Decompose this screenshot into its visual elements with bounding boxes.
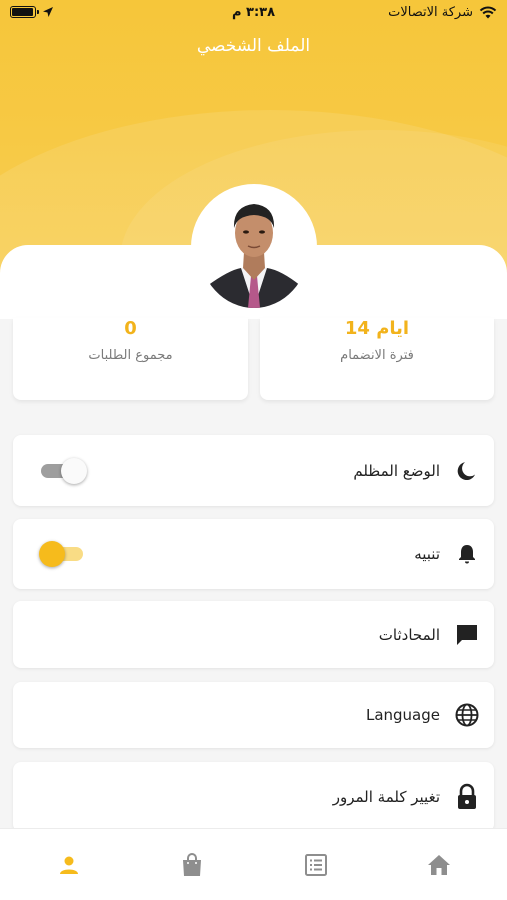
change-password-row[interactable]: تغيير كلمة المرور xyxy=(13,762,494,832)
chat-icon xyxy=(454,622,480,648)
notifications-row[interactable]: تنبيه xyxy=(13,519,494,589)
chats-label: المحادثات xyxy=(378,625,440,644)
language-row[interactable]: Language xyxy=(13,682,494,748)
nav-profile[interactable] xyxy=(55,851,83,879)
status-bar: ٣:٣٨ م شركة الاتصالات xyxy=(0,0,507,28)
list-icon xyxy=(305,854,327,876)
wifi-icon xyxy=(479,6,497,19)
page-title: الملف الشخصي xyxy=(196,36,311,56)
bottom-navigation xyxy=(0,828,507,900)
total-orders-label: مجموع الطلبات xyxy=(88,348,173,363)
joined-period-label: فترة الانضمام xyxy=(340,348,414,363)
dark-mode-toggle[interactable] xyxy=(41,457,87,485)
dark-mode-label: الوضع المظلم xyxy=(353,461,440,480)
avatar[interactable] xyxy=(199,188,309,308)
bag-icon xyxy=(183,853,201,876)
nav-orders[interactable] xyxy=(178,851,206,879)
home-icon xyxy=(428,855,450,875)
lock-icon xyxy=(454,783,480,810)
nav-list[interactable] xyxy=(302,851,330,879)
carrier-name: شركة الاتصالات xyxy=(388,5,473,20)
language-label: Language xyxy=(365,706,440,724)
chats-row[interactable]: المحادثات xyxy=(13,601,494,668)
change-password-label: تغيير كلمة المرور xyxy=(332,788,440,806)
total-orders-value: 0 xyxy=(124,318,137,339)
joined-period-value: 14 ايام xyxy=(344,318,410,339)
bell-icon xyxy=(454,541,480,567)
toggle-knob xyxy=(61,457,87,484)
joined-period-card: 14 ايام فترة الانضمام xyxy=(260,318,494,400)
globe-icon xyxy=(454,702,480,728)
total-orders-card: 0 مجموع الطلبات xyxy=(13,318,248,400)
status-right: شركة الاتصالات xyxy=(388,5,497,20)
moon-icon xyxy=(454,458,480,484)
nav-home[interactable] xyxy=(425,851,453,879)
profile-icon xyxy=(60,856,78,874)
notifications-toggle[interactable] xyxy=(39,540,85,568)
notifications-label: تنبيه xyxy=(414,545,440,563)
dark-mode-row[interactable]: الوضع المظلم xyxy=(13,435,494,506)
user-photo xyxy=(199,188,309,308)
toggle-knob xyxy=(39,541,65,567)
